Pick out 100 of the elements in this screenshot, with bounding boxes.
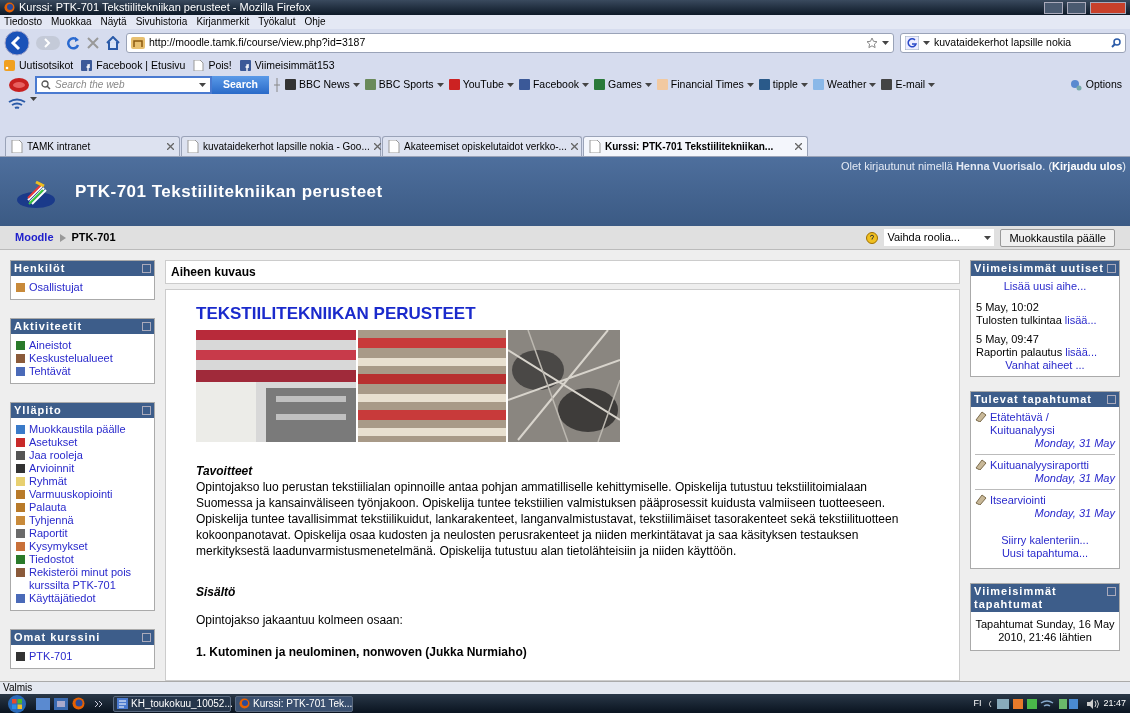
menu-item[interactable]: Kirjanmerkit <box>196 17 250 27</box>
toolbar-item[interactable]: Facebook <box>518 76 589 93</box>
event-link[interactable]: Itsearviointi <box>990 494 1046 507</box>
toolbar-item[interactable]: BBC Sports <box>364 76 444 93</box>
collapse-button[interactable] <box>142 633 151 642</box>
breadcrumb-link[interactable]: Moodle <box>15 229 54 246</box>
browser-tab[interactable]: TAMK intranet <box>5 136 180 156</box>
sidebar-link[interactable]: Tyhjennä <box>29 514 74 527</box>
close-button[interactable] <box>1090 1 1126 14</box>
window-switch-icon <box>54 697 68 710</box>
block-title: Viimeisimmät uutiset <box>974 262 1104 275</box>
sidebar-link[interactable]: Tehtävät <box>29 365 71 378</box>
collapse-button[interactable] <box>1107 395 1116 404</box>
sidebar-link[interactable]: Ryhmät <box>29 475 67 488</box>
toolbar-item[interactable]: E-mail <box>881 76 936 93</box>
taskbar-button[interactable]: Kurssi: PTK-701 Tek... <box>235 695 353 712</box>
add-topic-link[interactable]: Lisää uusi aihe... <box>1003 280 1087 293</box>
toolbar-item[interactable]: YouTube <box>448 76 514 93</box>
collapse-button[interactable] <box>142 322 151 331</box>
paragraph: Opintojakso luo perustan tekstiilialan opinnoille antaa pohjan ammatilliselle kehittymiselle. Opiskelija tutustuu tekstiilitoimialaan Suomessa ja kansainväliseen työnjakoon. Opiskelija tuntee tekstiilien valmistuksen pääprosessit kuidusta valmiiseen tuotteeseen. Opiskelija tuntee tavallisimmat tekstiilikuidut, lankarakenteet, langanvalmistustavat, tekstiilimäiset tasorakenteet sekä tekstiilituotteen kokoonpanotavat. Opiskelija osaa kudosten ja neulosten perusrakenteet ja niiden merkintätavat ja saa käsityksen testauksen merkityksestä laadunvarmistusmenetelmänä. Opiskelija tutustuu alan tietolähteisiin ja niiden käyttöön. <box>196 479 900 559</box>
browser-tab[interactable]: kuvataidekerhot lapsille nokia - Goo... <box>181 136 381 156</box>
language-indicator[interactable]: FI <box>973 696 982 711</box>
sidebar-link[interactable]: Asetukset <box>29 436 78 449</box>
separator-icon <box>274 77 280 92</box>
forward-icon <box>36 35 60 51</box>
search-button[interactable]: Search <box>212 75 269 94</box>
sidebar-link[interactable]: Raportit <box>29 527 68 540</box>
sidebar-link[interactable]: Kysymykset <box>29 540 88 553</box>
assignment-icon <box>975 411 987 422</box>
web-search-field[interactable]: Search the web <box>35 75 212 94</box>
sidebar-link[interactable]: Käyttäjätiedot <box>29 592 96 605</box>
browser-tab[interactable]: Akateemiset opiskelutaidot verkko-... <box>382 136 582 156</box>
caret-icon <box>800 82 808 87</box>
block-title: Henkilöt <box>14 262 66 275</box>
toolbar-item[interactable]: Games <box>594 76 652 93</box>
sidebar-link[interactable]: Palauta <box>29 501 67 514</box>
event-link[interactable]: Kuituanalyysiraportti <box>990 459 1090 472</box>
close-icon <box>167 143 174 150</box>
role-select[interactable]: Vaihda roolia... <box>884 229 995 246</box>
caret-icon <box>928 82 936 87</box>
breadcrumb-item: PTK-701 <box>71 230 116 246</box>
caret-icon <box>923 41 930 45</box>
search-field[interactable]: kuvataidekerhot lapsille nokia <box>900 33 1126 53</box>
address-bar[interactable]: http://moodle.tamk.fi/course/view.php?id=3187 <box>126 33 894 53</box>
more-link[interactable]: lisää... <box>1065 346 1098 359</box>
facebook-icon <box>81 60 93 71</box>
sidebar-link[interactable]: Aineistot <box>29 339 72 352</box>
sidebar-link[interactable]: Arvioinnit <box>29 462 75 475</box>
calendar-link[interactable]: Siirry kalenteriin... <box>1001 534 1089 547</box>
collapse-button[interactable] <box>142 406 151 415</box>
tile-icon <box>15 340 26 351</box>
course-title: PTK-701 Tekstiilitekniikan perusteet <box>75 180 383 203</box>
sidebar-link[interactable]: Osallistujat <box>29 281 83 294</box>
collapse-button[interactable] <box>142 264 151 273</box>
sidebar-link[interactable]: Rekisteröi minut pois kurssilta PTK-701 <box>29 566 150 592</box>
menu-item[interactable]: Ohje <box>304 17 326 27</box>
options-button[interactable]: Options <box>1069 76 1122 93</box>
sidebar-link[interactable]: Jaa rooleja <box>29 449 83 462</box>
tile-icon <box>15 528 26 539</box>
toolbar-item[interactable]: BBC News <box>285 76 360 93</box>
search-icon <box>1111 38 1121 48</box>
caret-icon <box>984 235 992 240</box>
bookmark[interactable]: Uutisotsikot <box>4 57 74 74</box>
sidebar-link[interactable]: Varmuuskopiointi <box>29 488 113 501</box>
reload-icon <box>66 36 80 50</box>
browser-tab[interactable]: Kurssi: PTK-701 Tekstiilitekniikan... <box>583 136 808 156</box>
sidebar-link[interactable]: PTK-701 <box>29 650 73 663</box>
edit-mode-button[interactable]: Muokkaustila päälle <box>1000 228 1115 247</box>
taskbar-button[interactable]: KH_toukokuu_10052... <box>113 695 231 712</box>
clock: 21:47 <box>1103 696 1127 710</box>
menu-item[interactable]: Muokkaa <box>51 17 92 27</box>
caret-icon <box>582 82 589 87</box>
bookmark[interactable]: Pois! <box>193 57 232 74</box>
menu-item[interactable]: Näytä <box>100 17 127 27</box>
menu-item[interactable]: Sivuhistoria <box>135 17 188 27</box>
toolbar-item[interactable]: Financial Times <box>656 76 754 93</box>
menu-item[interactable]: Tiedosto <box>4 17 42 27</box>
sidebar-link[interactable]: Keskustelualueet <box>29 352 113 365</box>
older-topics-link[interactable]: Vanhat aiheet ... <box>1005 359 1085 372</box>
maximize-button[interactable] <box>1067 1 1086 14</box>
collapse-button[interactable] <box>1107 587 1116 596</box>
search-input[interactable]: Search the web <box>55 77 195 92</box>
sidebar-link[interactable]: Muokkaustila päälle <box>29 423 126 436</box>
desktop-icon <box>36 697 50 710</box>
block-title: Tulevat tapahtumat <box>974 393 1093 406</box>
bookmark[interactable]: Facebook | Etusivu <box>81 57 186 74</box>
event-link[interactable]: Etätehtävä / Kuituanalyysi <box>990 411 1115 437</box>
toolbar-item[interactable]: Weather <box>812 76 877 93</box>
minimize-button[interactable] <box>1044 1 1063 14</box>
news-date: 5 May, 09:47 <box>976 333 1040 346</box>
sidebar-link[interactable]: Tiedostot <box>29 553 74 566</box>
collapse-button[interactable] <box>1107 264 1116 273</box>
bookmark[interactable]: Viimeisimmät153 <box>239 57 335 74</box>
browser-icon <box>4 2 15 13</box>
more-link[interactable]: lisää... <box>1064 314 1097 327</box>
menu-item[interactable]: Työkalut <box>258 17 296 27</box>
toolbar-item[interactable]: tipple <box>758 76 808 93</box>
caret-icon <box>436 82 444 87</box>
logout-link[interactable]: Kirjaudu ulos <box>1052 158 1123 175</box>
new-event-link[interactable]: Uusi tapahtuma... <box>1001 547 1089 560</box>
